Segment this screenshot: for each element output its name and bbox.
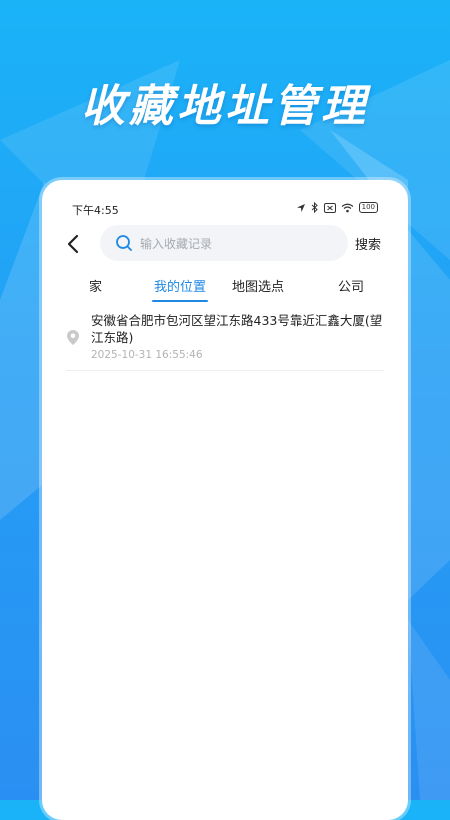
battery-icon: 100: [358, 202, 378, 213]
list-item[interactable]: 安徽省合肥市包河区望江东路433号靠近汇鑫大厦(望江东路) 2025-10-31…: [66, 312, 384, 371]
wifi-icon: [341, 203, 354, 212]
chevron-left-icon: [67, 234, 79, 254]
phone-frame: 下午4:55 100 输入收藏记录 搜索 家 我的位置 地图选点 公司 安徽省合…: [42, 180, 408, 820]
bluetooth-icon: [311, 202, 318, 213]
tab-company[interactable]: 公司: [338, 276, 364, 295]
back-button[interactable]: [64, 232, 84, 256]
status-time: 下午4:55: [72, 204, 119, 217]
timestamp: 2025-10-31 16:55:46: [91, 349, 203, 361]
location-arrow-icon: [296, 203, 305, 212]
search-box[interactable]: [100, 225, 348, 263]
active-tab-indicator: [152, 300, 208, 302]
promo-title: 收藏地址管理: [81, 81, 369, 132]
search-button[interactable]: 搜索: [355, 234, 381, 253]
tab-my-location[interactable]: 我的位置: [154, 276, 206, 295]
location-pin-icon: [67, 330, 79, 345]
search-input[interactable]: [138, 225, 342, 263]
tab-home[interactable]: 家: [89, 276, 102, 295]
sim-off-icon: [323, 202, 336, 213]
tab-map-select[interactable]: 地图选点: [232, 276, 284, 295]
address-text: 安徽省合肥市包河区望江东路433号靠近汇鑫大厦(望江东路): [91, 313, 383, 345]
status-icons: 100: [296, 202, 378, 213]
tab-bar: 家 我的位置 地图选点 公司: [42, 272, 408, 304]
nav-bar: 搜索: [42, 224, 408, 264]
search-icon: [116, 235, 132, 251]
